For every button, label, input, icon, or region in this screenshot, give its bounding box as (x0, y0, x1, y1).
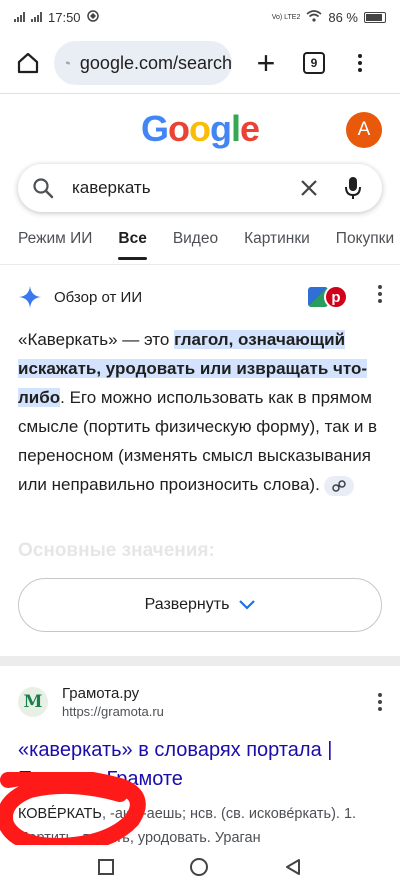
browser-menu-button[interactable] (348, 45, 372, 81)
section-separator (0, 656, 400, 666)
expand-button[interactable]: Развернуть (18, 578, 382, 632)
signal-icon (14, 12, 25, 22)
ai-overview-menu-button[interactable] (378, 285, 382, 303)
home-icon (17, 52, 39, 74)
browser-toolbar: google.com/search + 9 (0, 38, 400, 88)
search-query[interactable]: каверкать (72, 178, 294, 198)
tab-count: 9 (303, 52, 325, 74)
source-link-button[interactable] (323, 475, 354, 496)
battery-percent: 86 % (328, 9, 358, 25)
wifi-icon (306, 9, 322, 25)
voice-search-button[interactable] (338, 176, 368, 200)
chevron-down-icon (239, 600, 256, 610)
tab-all[interactable]: Все (118, 224, 148, 260)
tab-shopping[interactable]: Покупки (336, 224, 394, 260)
google-logo[interactable]: Google (0, 108, 400, 150)
vpn-icon (86, 9, 99, 25)
link-icon (332, 479, 346, 492)
close-icon (301, 179, 317, 196)
result-site-row[interactable]: М Грамота.ру https://gramota.ru (18, 682, 382, 722)
site-settings-icon[interactable] (66, 55, 70, 71)
result-menu-button[interactable] (378, 693, 382, 711)
tab-video[interactable]: Видео (173, 224, 218, 260)
plus-icon: + (256, 44, 276, 81)
system-nav-bar (0, 845, 400, 889)
battery-icon (364, 11, 386, 23)
tab-ai-mode[interactable]: Режим ИИ (18, 224, 92, 260)
toolbar-divider (0, 93, 400, 94)
clear-search-button[interactable] (294, 173, 324, 204)
result-snippet: КОВЕ́РКАТЬ, -аю, -аешь; нсв. (св. искове… (18, 802, 382, 850)
ai-overview-text: «Каверкать» — это глагол, означающий иск… (18, 325, 386, 499)
search-box[interactable]: каверкать (18, 164, 382, 212)
faded-heading: Основные значения: (18, 540, 215, 561)
tab-images[interactable]: Картинки (244, 224, 310, 260)
new-tab-button[interactable]: + (248, 45, 284, 81)
status-bar: 17:50 Vo) LTE2 86 % (0, 0, 400, 34)
ai-overview-header: Обзор от ИИ p (18, 283, 382, 311)
search-icon (33, 178, 54, 199)
tab-switcher-button[interactable]: 9 (296, 45, 332, 81)
ai-text-before: «Каверкать» — это (18, 330, 175, 349)
ai-overview-title: Обзор от ИИ (54, 288, 143, 306)
home-nav-button[interactable] (190, 858, 208, 876)
address-bar[interactable]: google.com/search (54, 41, 232, 85)
home-button[interactable] (10, 45, 46, 81)
url-text: google.com/search (79, 52, 232, 73)
source-logo-2: p (324, 285, 348, 309)
snippet-head: КОВЕ́РКАТЬ (18, 806, 102, 822)
result-title-link[interactable]: «каверкать» в словарях портала | Поиск п… (18, 736, 382, 794)
expand-label: Развернуть (144, 596, 230, 613)
recents-button[interactable] (98, 859, 114, 875)
search-filters: Режим ИИ Все Видео Картинки Покупки (18, 224, 400, 260)
site-url: https://gramota.ru (62, 704, 164, 719)
ai-text-after: . Его можно использовать как в прямом см… (18, 388, 378, 494)
signal-icon-2 (31, 12, 42, 22)
site-name: Грамота.ру (62, 685, 140, 702)
account-avatar[interactable]: A (346, 112, 382, 148)
site-favicon: М (18, 687, 48, 717)
lte-indicator: Vo) LTE2 (271, 13, 301, 21)
microphone-icon (345, 177, 361, 199)
source-logos[interactable]: p (306, 285, 348, 309)
back-button[interactable] (284, 858, 302, 876)
clock: 17:50 (48, 9, 81, 25)
tabs-divider (0, 264, 400, 265)
gemini-sparkle-icon (19, 286, 41, 308)
